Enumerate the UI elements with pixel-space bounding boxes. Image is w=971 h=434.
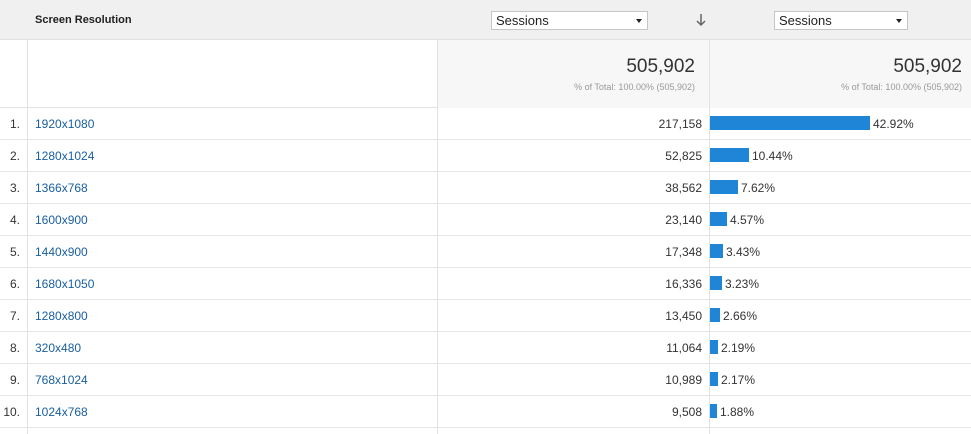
sessions-share-bar <box>710 340 718 354</box>
screen-resolution-link[interactable]: 1440x900 <box>35 245 88 259</box>
sessions-share-bar <box>710 372 718 386</box>
sessions-share-percent: 4.57% <box>730 213 765 227</box>
sessions-value: 16,336 <box>665 277 702 291</box>
chevron-down-icon <box>896 19 902 23</box>
table-row: 8. 320x480 11,064 2.19% <box>0 332 971 364</box>
sessions-total-percent: % of Total: 100.00% (505,902) <box>574 82 695 92</box>
row-index: 4. <box>9 213 20 227</box>
primary-metric-select[interactable]: Sessions <box>491 11 648 30</box>
sessions-share-percent: 42.92% <box>873 117 914 131</box>
comparison-metric-select-value: Sessions <box>779 13 832 28</box>
chevron-down-icon <box>636 19 642 23</box>
screen-resolution-link[interactable]: 1600x900 <box>35 213 88 227</box>
screen-resolution-link[interactable]: 1680x1050 <box>35 277 94 291</box>
sessions-value: 10,989 <box>665 373 702 387</box>
table-row: 2. 1280x1024 52,825 10.44% <box>0 140 971 172</box>
comparison-total-cell: 505,902 % of Total: 100.00% (505,902) <box>709 40 971 108</box>
sessions-total-value: 505,902 <box>626 56 695 77</box>
sessions-share-percent: 3.23% <box>725 277 760 291</box>
row-index: 9. <box>9 373 20 387</box>
row-index: 5. <box>9 245 20 259</box>
sessions-value: 11,064 <box>666 341 702 355</box>
sessions-share-bar <box>710 116 870 130</box>
row-index: 7. <box>9 309 20 323</box>
screen-resolution-link[interactable]: 320x480 <box>35 341 81 355</box>
column-divider <box>27 40 28 434</box>
sessions-share-bar <box>710 404 717 418</box>
screen-resolution-link[interactable]: 1366x768 <box>35 181 88 195</box>
sessions-share-bar <box>710 180 738 194</box>
sessions-share-percent: 3.43% <box>726 245 761 259</box>
sessions-value: 217,158 <box>658 117 702 131</box>
sessions-share-bar <box>710 308 720 322</box>
table-row: 10. 1024x768 9,508 1.88% <box>0 396 971 428</box>
table-row: 6. 1680x1050 16,336 3.23% <box>0 268 971 300</box>
sessions-share-bar <box>710 244 723 258</box>
table-row: 9. 768x1024 10,989 2.17% <box>0 364 971 396</box>
dimension-column-header[interactable]: Screen Resolution <box>35 14 132 26</box>
screen-resolution-link[interactable]: 1920x1080 <box>35 117 94 131</box>
row-index: 3. <box>9 181 20 195</box>
data-rows: 1. 1920x1080 217,158 42.92% 2. 1280x1024 52,82… <box>0 108 971 428</box>
sessions-value: 9,508 <box>671 405 702 419</box>
row-index: 1. <box>9 117 20 131</box>
sessions-share-percent: 2.19% <box>721 341 756 355</box>
screen-resolution-link[interactable]: 1280x1024 <box>35 149 94 163</box>
row-index: 6. <box>9 277 20 291</box>
table-header: Screen Resolution Sessions Sessions <box>0 0 971 40</box>
sessions-share-percent: 2.17% <box>721 373 756 387</box>
sessions-share-bar <box>710 148 749 162</box>
sessions-value: 17,348 <box>665 245 702 259</box>
sessions-total-cell: 505,902 % of Total: 100.00% (505,902) <box>437 40 709 108</box>
row-index: 2. <box>9 149 20 163</box>
table-row: 3. 1366x768 38,562 7.62% <box>0 172 971 204</box>
sessions-share-percent: 7.62% <box>741 181 776 195</box>
sessions-value: 52,825 <box>665 149 702 163</box>
column-divider <box>709 40 710 434</box>
screen-resolution-link[interactable]: 1024x768 <box>35 405 88 419</box>
sessions-value: 38,562 <box>665 181 702 195</box>
sessions-share-bar <box>710 276 722 290</box>
sessions-share-percent: 2.66% <box>723 309 758 323</box>
table-row: 1. 1920x1080 217,158 42.92% <box>0 108 971 140</box>
sort-descending-arrow-icon[interactable] <box>694 12 708 28</box>
comparison-total-value: 505,902 <box>893 56 962 77</box>
sessions-value: 23,140 <box>665 213 702 227</box>
comparison-metric-select[interactable]: Sessions <box>774 11 908 30</box>
table-row: 5. 1440x900 17,348 3.43% <box>0 236 971 268</box>
column-divider <box>437 40 438 434</box>
table-row: 4. 1600x900 23,140 4.57% <box>0 204 971 236</box>
report-table: Screen Resolution Sessions Sessions 505,… <box>0 0 971 434</box>
sessions-share-percent: 1.88% <box>720 405 755 419</box>
sessions-share-bar <box>710 212 727 226</box>
screen-resolution-link[interactable]: 1280x800 <box>35 309 88 323</box>
screen-resolution-link[interactable]: 768x1024 <box>35 373 88 387</box>
totals-row: 505,902 % of Total: 100.00% (505,902) 50… <box>0 40 971 108</box>
comparison-total-percent: % of Total: 100.00% (505,902) <box>841 82 962 92</box>
sessions-value: 13,450 <box>665 309 702 323</box>
table-row: 7. 1280x800 13,450 2.66% <box>0 300 971 332</box>
row-index: 8. <box>9 341 20 355</box>
sessions-share-percent: 10.44% <box>752 149 793 163</box>
row-index: 10. <box>3 405 20 419</box>
primary-metric-select-value: Sessions <box>496 13 549 28</box>
